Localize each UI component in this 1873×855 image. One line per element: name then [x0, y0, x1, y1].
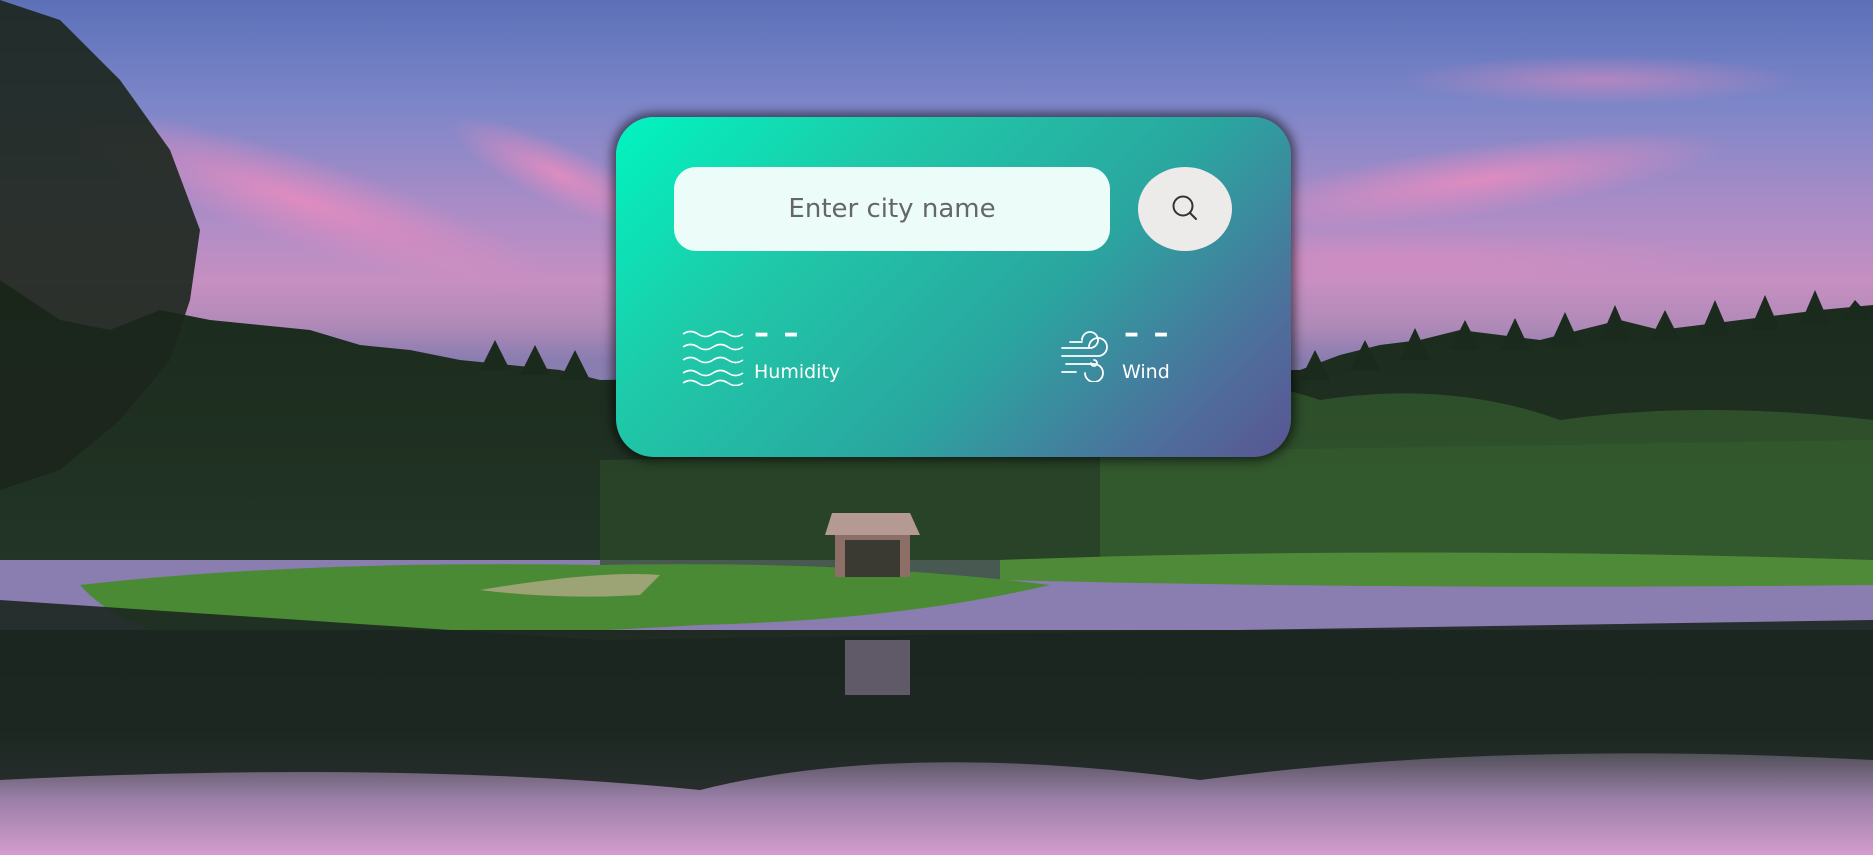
search-icon: [1172, 195, 1197, 220]
waves-icon: [682, 330, 744, 386]
city-search-input[interactable]: [674, 167, 1110, 251]
background-landscape: – – Humidity – – Wind: [0, 0, 1873, 855]
humidity-value: – –: [754, 316, 801, 351]
weather-card: – – Humidity – – Wind: [616, 117, 1291, 457]
wind-label: Wind: [1122, 361, 1170, 383]
search-button[interactable]: [1138, 167, 1232, 251]
humidity-label: Humidity: [754, 361, 841, 383]
wind-icon: [1061, 331, 1108, 382]
wind-value: – –: [1124, 316, 1171, 351]
